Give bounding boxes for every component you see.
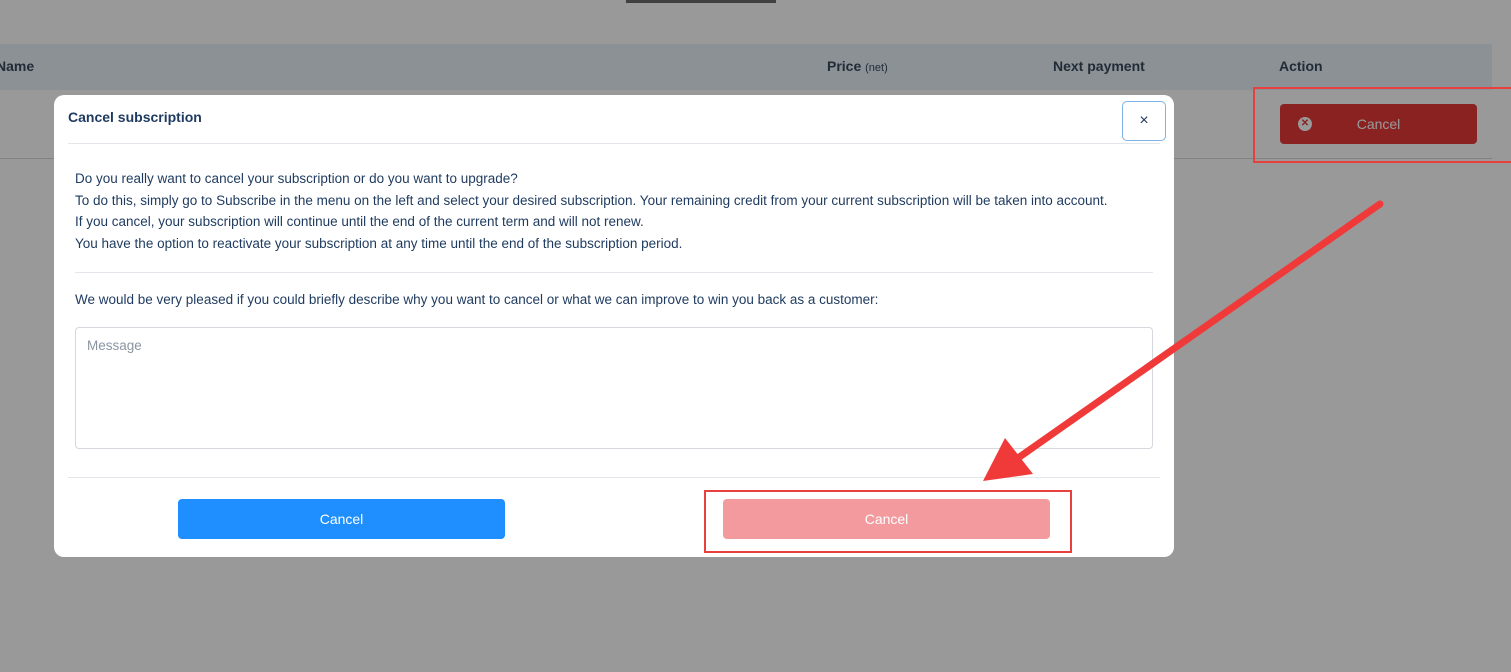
dialog-title: Cancel subscription xyxy=(68,109,202,125)
divider xyxy=(75,272,1153,273)
body-paragraph: Do you really want to cancel your subscr… xyxy=(75,171,518,186)
dismiss-cancel-button[interactable]: Cancel xyxy=(178,499,505,539)
body-paragraph: To do this, simply go to Subscribe in th… xyxy=(75,192,1108,208)
divider xyxy=(68,477,1160,478)
divider xyxy=(68,143,1160,144)
feedback-prompt: We would be very pleased if you could br… xyxy=(75,292,879,307)
cancel-subscription-dialog: Cancel subscription × Do you really want… xyxy=(54,95,1174,557)
message-textarea[interactable] xyxy=(75,327,1153,449)
close-icon: × xyxy=(1139,112,1149,129)
annotation-highlight-confirm-cancel xyxy=(704,490,1072,553)
body-paragraph: If you cancel, your subscription will co… xyxy=(75,214,644,230)
close-button[interactable]: × xyxy=(1122,101,1166,141)
body-paragraph: You have the option to reactivate your s… xyxy=(75,236,683,252)
dialog-body-text: Do you really want to cancel your subscr… xyxy=(75,168,1165,255)
annotation-highlight-row-cancel xyxy=(1253,87,1511,163)
